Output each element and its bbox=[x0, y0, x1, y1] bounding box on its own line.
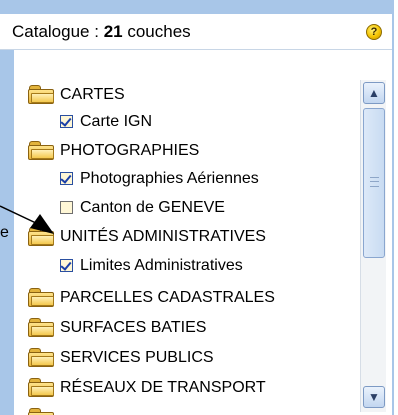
annotation-arrow-icon bbox=[0, 205, 54, 234]
catalogue-screenshot: Catalogue : 21 couches ? CARTES Carte IG… bbox=[0, 0, 398, 415]
